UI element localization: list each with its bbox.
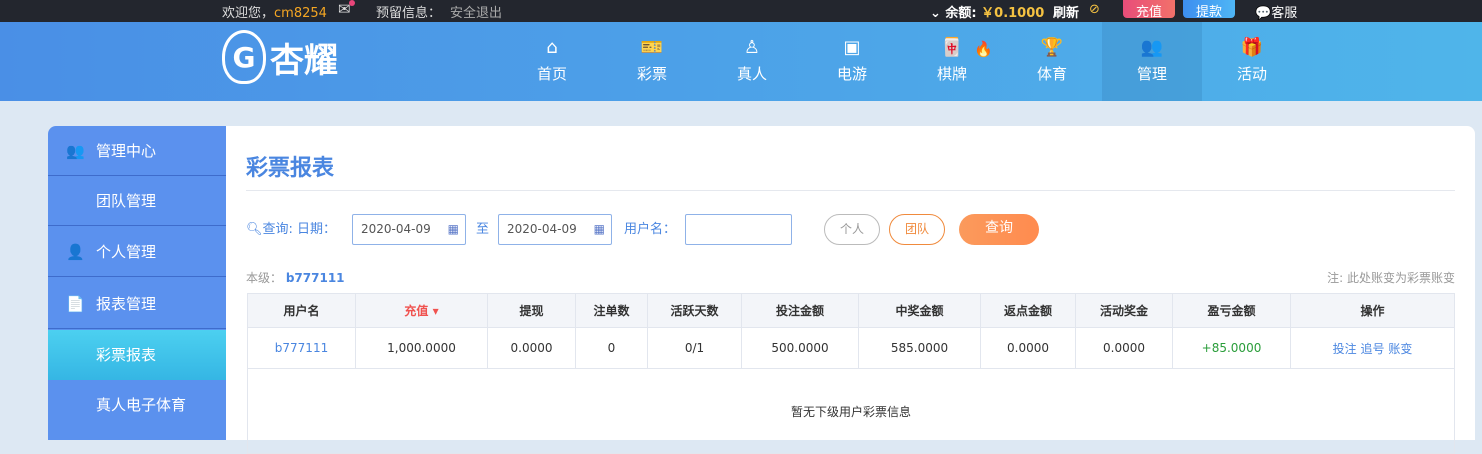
username: cm8254	[274, 6, 327, 21]
cell-deposit: 1,000.0000	[355, 327, 488, 369]
nav-home[interactable]: ⌂ 首页	[502, 22, 602, 101]
col-orders: 注单数	[575, 293, 648, 328]
col-bonus: 活动奖金	[1075, 293, 1173, 328]
user-icon: 👤	[66, 243, 85, 261]
customer-service-button[interactable]: 💬客服	[1255, 2, 1297, 21]
cell-bonus: 0.0000	[1075, 327, 1173, 369]
empty-row: 暂无下级用户彩票信息	[247, 368, 1455, 454]
hide-eye-icon[interactable]: ⊘	[1089, 2, 1100, 17]
level-info: 本级： b777111	[246, 271, 345, 285]
welcome-text: 欢迎您，cm8254	[222, 6, 327, 21]
col-actions: 操作	[1290, 293, 1455, 328]
empty-message: 暂无下级用户彩票信息	[247, 368, 1455, 454]
nav-manage[interactable]: 👥 管理	[1102, 22, 1202, 101]
bets-link[interactable]: 投注	[1333, 342, 1357, 356]
ticket-icon: 🎫	[640, 37, 664, 58]
col-profit: 盈亏金额	[1172, 293, 1291, 328]
personal-button[interactable]: 个人	[824, 214, 880, 245]
nav-chess[interactable]: 🀄 棋牌 🔥	[902, 22, 1002, 101]
calendar-icon[interactable]: ▦	[448, 215, 459, 244]
sidebar: 👥 管理中心 团队管理 👤 个人管理 📄 报表管理 彩票报表 真人电子体育	[48, 126, 226, 440]
refresh-button[interactable]: 刷新	[1053, 2, 1079, 21]
deposit-button[interactable]: 充值	[1123, 0, 1175, 20]
sidebar-lottery-report[interactable]: 彩票报表	[48, 330, 226, 380]
team-button[interactable]: 团队	[889, 214, 945, 245]
username-input[interactable]	[685, 214, 792, 245]
username-label: 用户名：	[624, 222, 677, 237]
col-bet-amount: 投注金额	[741, 293, 859, 328]
cell-actions: 投注 追号 账变	[1290, 327, 1455, 369]
col-win-amount: 中奖金额	[858, 293, 981, 328]
gift-icon: 🎁	[1240, 37, 1264, 58]
sidebar-team-management[interactable]: 团队管理	[48, 176, 226, 226]
cell-withdraw: 0.0000	[487, 327, 576, 369]
date-from-input[interactable]: 2020-04-09 ▦	[352, 214, 466, 245]
note-text: 注: 此处账变为彩票账变	[1327, 271, 1455, 285]
cell-active-days: 0/1	[647, 327, 742, 369]
col-deposit[interactable]: 充值 ▾	[355, 293, 488, 328]
query-button[interactable]: 查询	[959, 214, 1039, 245]
slot-machine-icon: ▣	[843, 37, 861, 58]
nav-live[interactable]: ♙ 真人	[702, 22, 802, 101]
document-icon: 📄	[66, 295, 85, 313]
logo-crest-icon: G	[222, 30, 266, 84]
cell-rebate: 0.0000	[980, 327, 1076, 369]
chat-icon: 💬	[1255, 6, 1272, 21]
sidebar-personal-management[interactable]: 👤 个人管理	[48, 227, 226, 277]
cell-orders: 0	[575, 327, 648, 369]
divider	[246, 190, 1455, 191]
mail-icon[interactable]: ✉	[338, 0, 355, 18]
withdraw-button[interactable]: 提款	[1183, 0, 1235, 20]
col-username: 用户名	[247, 293, 356, 328]
hot-fire-icon: 🔥	[974, 40, 993, 58]
users-icon: 👥	[1140, 37, 1164, 58]
sidebar-report-management[interactable]: 📄 报表管理	[48, 279, 226, 329]
chase-link[interactable]: 追号	[1360, 342, 1384, 356]
main-panel: 彩票报表 🔍︎查询: 日期： 2020-04-09 ▦ 至 2020-04-09 ▦…	[226, 126, 1475, 454]
nav-slots[interactable]: ▣ 电游	[802, 22, 902, 101]
sidebar-management-center[interactable]: 👥 管理中心	[48, 126, 226, 176]
cell-profit: +85.0000	[1172, 327, 1291, 369]
sort-desc-icon: ▾	[432, 304, 439, 318]
balance: ⌄ 余额: ￥0.1000	[930, 6, 1045, 21]
cell-username[interactable]: b777111	[247, 327, 356, 369]
cell-win-amount: 585.0000	[858, 327, 981, 369]
search-icon: 🔍︎	[246, 222, 263, 237]
nav-lottery[interactable]: 🎫 彩票	[602, 22, 702, 101]
top-bar: 欢迎您，cm8254 ✉ 预留信息： 安全退出 ⌄ 余额: ￥0.1000 刷新…	[0, 0, 1482, 22]
home-icon: ⌂	[546, 37, 558, 58]
users-icon: 👥	[66, 142, 85, 160]
logout-link[interactable]: 安全退出	[450, 2, 502, 21]
cell-bet-amount: 500.0000	[741, 327, 859, 369]
col-active-days: 活跃天数	[647, 293, 742, 328]
report-table: 用户名 充值 ▾ 提现 注单数 活跃天数 投注金额 中奖金额 返点金额 活动奖金…	[247, 293, 1455, 454]
dealer-icon: ♙	[743, 37, 761, 58]
reserved-info-label: 预留信息：	[376, 6, 442, 21]
col-rebate: 返点金额	[980, 293, 1076, 328]
nav-promotions[interactable]: 🎁 活动	[1202, 22, 1302, 101]
trophy-icon: 🏆	[1040, 37, 1064, 58]
query-label: 🔍︎查询: 日期：	[246, 222, 337, 237]
date-to-input[interactable]: 2020-04-09 ▦	[498, 214, 612, 245]
level-username[interactable]: b777111	[286, 271, 345, 285]
sidebar-live-egame-sports[interactable]: 真人电子体育	[48, 380, 226, 430]
main-nav: G 杏耀 ⌂ 首页 🎫 彩票 ♙ 真人 ▣ 电游 🀄 棋牌 🔥 🏆 体育 👥 管理 🎁 活动	[0, 22, 1482, 101]
calendar-icon[interactable]: ▦	[594, 215, 605, 244]
table-header: 用户名 充值 ▾ 提现 注单数 活跃天数 投注金额 中奖金额 返点金额 活动奖金…	[247, 293, 1455, 328]
to-label: 至	[476, 222, 490, 237]
table-row: b777111 1,000.0000 0.0000 0 0/1 500.0000…	[247, 327, 1455, 369]
page-title: 彩票报表	[246, 156, 335, 181]
col-withdraw: 提现	[487, 293, 576, 328]
transactions-link[interactable]: 账变	[1388, 342, 1412, 356]
logo[interactable]: G 杏耀	[222, 30, 338, 84]
nav-sports[interactable]: 🏆 体育	[1002, 22, 1102, 101]
